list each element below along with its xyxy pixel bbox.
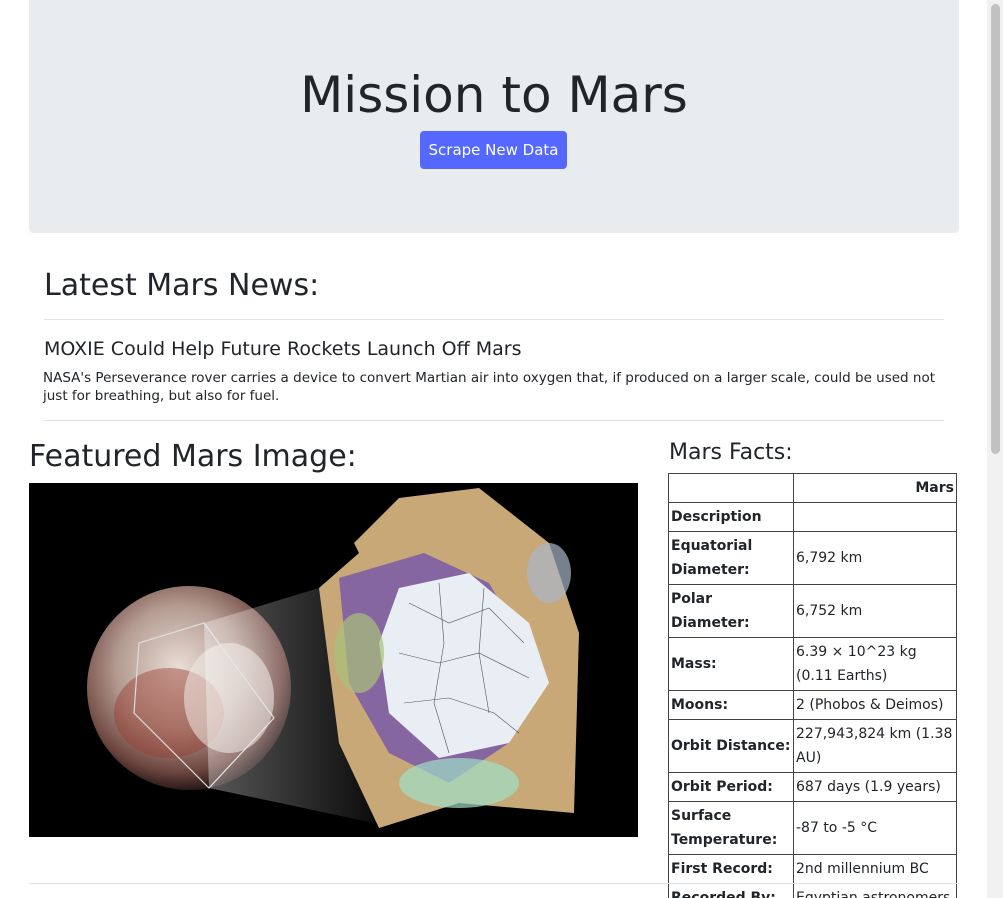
table-row: Description <box>668 502 957 532</box>
page-title: Mission to Mars <box>300 66 688 124</box>
news-title: MOXIE Could Help Future Rockets Launch O… <box>44 338 522 360</box>
fact-value: Egyptian astronomers <box>793 883 957 898</box>
table-row: Mass: 6.39 × 10^23 kg (0.11 Earths) <box>668 637 957 691</box>
table-row: First Record: 2nd millennium BC <box>668 854 957 884</box>
news-heading: Latest Mars News: <box>44 268 320 303</box>
fact-label: Equatorial Diameter: <box>668 531 794 585</box>
facts-heading: Mars Facts: <box>669 440 793 465</box>
divider <box>44 420 944 421</box>
featured-mars-image <box>29 483 638 837</box>
fact-value: 6,752 km <box>793 584 957 638</box>
table-row: Orbit Period: 687 days (1.9 years) <box>668 772 957 802</box>
table-header-empty <box>668 473 794 503</box>
fact-value: 6,792 km <box>793 531 957 585</box>
scrape-new-data-button[interactable]: Scrape New Data <box>420 131 567 169</box>
featured-image-graphic <box>29 483 638 837</box>
fact-label: Orbit Distance: <box>668 719 794 773</box>
fact-value: 2nd millennium BC <box>793 854 957 884</box>
scrollbar-thumb[interactable] <box>991 4 1000 454</box>
fact-value: 227,943,824 km (1.38 AU) <box>793 719 957 773</box>
fact-value: 687 days (1.9 years) <box>793 772 957 802</box>
divider <box>44 319 944 320</box>
table-row: Recorded By: Egyptian astronomers <box>668 883 957 898</box>
news-paragraph: NASA's Perseverance rover carries a devi… <box>43 370 936 404</box>
table-row: Moons: 2 (Phobos & Deimos) <box>668 690 957 720</box>
fact-label: Mass: <box>668 637 794 691</box>
table-row: Polar Diameter: 6,752 km <box>668 584 957 638</box>
fact-value: 2 (Phobos & Deimos) <box>793 690 957 720</box>
table-header-row: Mars <box>668 473 957 503</box>
fact-label: First Record: <box>668 854 794 884</box>
mars-facts-table: Mars Description Equatorial Diameter: 6,7… <box>668 473 957 898</box>
fact-label: Moons: <box>668 690 794 720</box>
fact-value: -87 to -5 °C <box>793 801 957 855</box>
table-row: Surface Temperature: -87 to -5 °C <box>668 801 957 855</box>
featured-image-heading: Featured Mars Image: <box>29 439 357 474</box>
fact-value <box>793 502 957 532</box>
table-row: Equatorial Diameter: 6,792 km <box>668 531 957 585</box>
table-row: Orbit Distance: 227,943,824 km (1.38 AU) <box>668 719 957 773</box>
table-header-mars: Mars <box>793 473 957 503</box>
header-jumbotron: Mission to Mars Scrape New Data <box>29 0 959 233</box>
fact-label: Recorded By: <box>668 883 794 898</box>
divider <box>29 883 959 884</box>
fact-label: Orbit Period: <box>668 772 794 802</box>
fact-label: Polar Diameter: <box>668 584 794 638</box>
fact-value: 6.39 × 10^23 kg (0.11 Earths) <box>793 637 957 691</box>
fact-label: Description <box>668 502 794 532</box>
fact-label: Surface Temperature: <box>668 801 794 855</box>
